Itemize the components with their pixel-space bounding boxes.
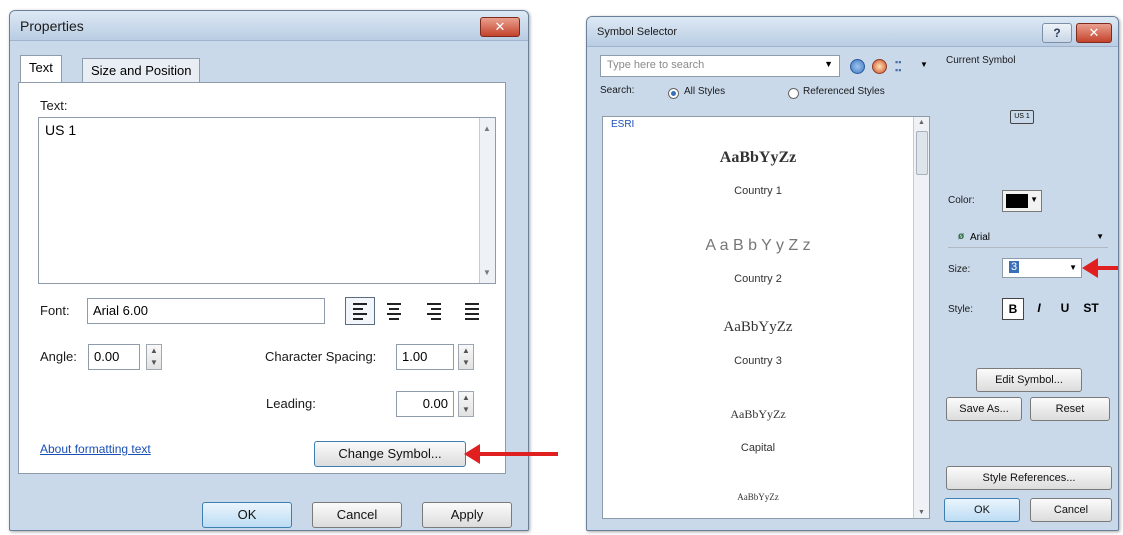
symbol-search-placeholder: Type here to search <box>607 59 705 71</box>
size-pointer-arrow <box>1082 258 1118 278</box>
change-symbol-pointer-arrow <box>464 444 558 464</box>
size-select[interactable]: 3 ▼ <box>1002 258 1082 278</box>
leading-field[interactable]: 0.00 <box>396 391 454 417</box>
symbol-preview[interactable]: AaBbYyZz <box>603 149 913 167</box>
symbol-preview[interactable]: AaBbYyZz <box>603 407 913 422</box>
symbol-selector-titlebar[interactable]: Symbol Selector ? ✕ <box>587 17 1118 47</box>
tab-size-and-position[interactable]: Size and Position <box>82 58 201 82</box>
tab-text[interactable]: Text <box>20 55 62 83</box>
align-right-button[interactable] <box>420 297 450 325</box>
apply-button[interactable]: Apply <box>422 502 512 528</box>
color-label: Color: <box>948 195 975 206</box>
color-picker[interactable]: ▼ <box>1002 190 1042 212</box>
scroll-up-icon[interactable]: ▲ <box>918 119 925 126</box>
symbol-name[interactable]: Country 2 <box>603 273 913 285</box>
symbol-list[interactable]: ESRI AaBbYyZz Country 1 A a B b Y y Z z … <box>602 116 930 519</box>
size-value: 3 <box>1009 261 1020 273</box>
all-styles-label: All Styles <box>684 86 726 97</box>
properties-titlebar[interactable]: Properties ✕ <box>10 11 528 41</box>
change-symbol-button[interactable]: Change Symbol... <box>314 441 466 467</box>
character-spacing-label: Character Spacing: <box>265 349 377 364</box>
all-styles-radio[interactable] <box>668 88 679 99</box>
style-label: Style: <box>948 304 974 315</box>
scroll-down-icon[interactable]: ▼ <box>483 268 491 277</box>
text-input-scrollbar[interactable]: ▲ ▼ <box>479 118 495 283</box>
text-label: Text: <box>40 98 68 113</box>
symbol-preview[interactable]: AaBbYyZz <box>603 319 913 336</box>
symbol-selector-close-button[interactable]: ✕ <box>1076 23 1112 43</box>
properties-title: Properties <box>20 18 84 34</box>
ok-button[interactable]: OK <box>202 502 292 528</box>
style-references-button[interactable]: Style References... <box>946 466 1112 490</box>
underline-button[interactable]: U <box>1054 298 1076 320</box>
symbol-search-input[interactable]: Type here to search ▼ <box>600 55 840 77</box>
symbol-list-scrollbar[interactable]: ▲ ▼ <box>913 117 929 518</box>
referenced-styles-radio[interactable] <box>788 88 799 99</box>
help-button[interactable]: ? <box>1042 23 1072 43</box>
about-formatting-text-link[interactable]: About formatting text <box>40 442 151 456</box>
align-center-button[interactable] <box>380 297 410 325</box>
font-label: Font: <box>40 303 70 318</box>
font-field[interactable]: Arial 6.00 <box>87 298 325 324</box>
font-select-value: Arial <box>970 232 991 243</box>
symbol-name[interactable]: Capital <box>603 442 913 454</box>
angle-spinner[interactable]: ▲ ▼ <box>146 344 162 370</box>
character-spacing-spinner[interactable]: ▲ ▼ <box>458 344 474 370</box>
scroll-thumb[interactable] <box>916 131 928 175</box>
scroll-up-icon[interactable]: ▲ <box>483 124 491 133</box>
symbol-group-label: ESRI <box>611 119 635 130</box>
angle-label: Angle: <box>40 349 77 364</box>
view-options-icon[interactable]: ▪▪ ▪▪ <box>895 58 919 75</box>
symbol-selector-title: Symbol Selector <box>597 26 678 38</box>
angle-field[interactable]: 0.00 <box>88 344 140 370</box>
symbol-ok-button[interactable]: OK <box>944 498 1020 522</box>
size-label: Size: <box>948 264 971 275</box>
text-input[interactable]: US 1 ▲ ▼ <box>38 117 496 284</box>
bold-button[interactable]: B <box>1002 298 1024 320</box>
align-justify-button[interactable] <box>458 297 488 325</box>
font-dropdown-icon[interactable]: ▼ <box>1096 232 1104 241</box>
properties-close-button[interactable]: ✕ <box>480 17 520 37</box>
edit-symbol-button[interactable]: Edit Symbol... <box>976 368 1082 392</box>
font-select[interactable]: ø Arial ▼ <box>948 230 1108 248</box>
character-spacing-field[interactable]: 1.00 <box>396 344 454 370</box>
search-dropdown-icon[interactable]: ▼ <box>824 59 833 69</box>
text-input-value: US 1 <box>45 122 77 138</box>
symbol-preview[interactable]: AaBbYyZz <box>603 492 913 502</box>
search-label: Search: <box>600 85 635 96</box>
view-options-dropdown-icon[interactable]: ▼ <box>920 60 928 69</box>
referenced-styles-label: Referenced Styles <box>803 86 885 97</box>
current-symbol-text: US 1 <box>1014 113 1030 120</box>
symbol-name[interactable]: Country 1 <box>603 185 913 197</box>
leading-spinner[interactable]: ▲ ▼ <box>458 391 474 417</box>
color-dropdown-icon[interactable]: ▼ <box>1030 195 1038 204</box>
font-type-icon: ø <box>958 231 965 242</box>
scroll-down-icon[interactable]: ▼ <box>918 509 925 516</box>
align-left-button[interactable] <box>345 297 375 325</box>
size-dropdown-icon[interactable]: ▼ <box>1069 263 1077 272</box>
strikethrough-button[interactable]: ST <box>1080 298 1102 320</box>
symbol-cancel-button[interactable]: Cancel <box>1030 498 1112 522</box>
color-swatch <box>1006 194 1028 208</box>
current-symbol-label: Current Symbol <box>946 55 1016 66</box>
save-as-button[interactable]: Save As... <box>946 397 1022 421</box>
italic-button[interactable]: I <box>1028 298 1050 320</box>
search-icon[interactable] <box>850 59 865 74</box>
symbol-name[interactable]: Country 3 <box>603 355 913 367</box>
reset-button[interactable]: Reset <box>1030 397 1110 421</box>
cancel-button[interactable]: Cancel <box>312 502 402 528</box>
leading-label: Leading: <box>266 396 316 411</box>
clear-search-icon[interactable] <box>872 59 887 74</box>
current-symbol-preview: US 1 <box>1010 110 1034 124</box>
symbol-preview[interactable]: A a B b Y y Z z <box>603 237 913 255</box>
